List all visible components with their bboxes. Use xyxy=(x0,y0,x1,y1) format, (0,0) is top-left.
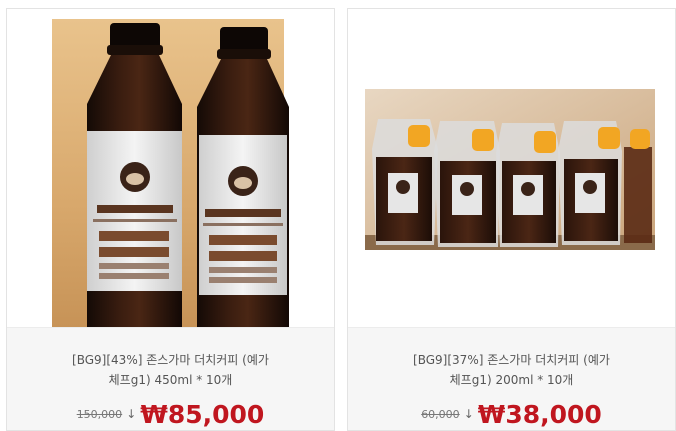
product-info: [BG9][37%] 존스가마 더치커피 (예가 체프g1) 200ml * 1… xyxy=(348,327,675,430)
product-card[interactable]: [BG9][43%] 존스가마 더치커피 (예가 체프g1) 450ml * 1… xyxy=(6,8,335,431)
sale-price: ₩85,000 xyxy=(140,399,265,429)
down-arrow-icon: ↓ xyxy=(126,407,137,421)
product-title-line1[interactable]: [BG9][43%] 존스가마 더치커피 (예가 xyxy=(72,353,269,367)
down-arrow-icon: ↓ xyxy=(463,407,474,421)
product-title-line2[interactable]: 체프g1) 200ml * 10개 xyxy=(450,373,574,387)
bottle-photo xyxy=(52,19,289,327)
product-title[interactable]: [BG9][37%] 존스가마 더치커피 (예가 체프g1) 200ml * 1… xyxy=(348,328,675,392)
product-title[interactable]: [BG9][43%] 존스가마 더치커피 (예가 체프g1) 450ml * 1… xyxy=(7,328,334,392)
product-card[interactable]: [BG9][37%] 존스가마 더치커피 (예가 체프g1) 200ml * 1… xyxy=(347,8,676,431)
original-price: 60,000 xyxy=(421,407,460,421)
price-row: 150,000 ↓ ₩85,000 xyxy=(7,398,334,430)
price-row: 60,000 ↓ ₩38,000 xyxy=(348,398,675,430)
original-price: 150,000 xyxy=(76,407,123,421)
product-title-line2[interactable]: 체프g1) 450ml * 10개 xyxy=(109,373,233,387)
product-info: [BG9][43%] 존스가마 더치커피 (예가 체프g1) 450ml * 1… xyxy=(7,327,334,430)
pouch-photo xyxy=(365,89,655,250)
product-image[interactable] xyxy=(7,9,334,327)
product-image[interactable] xyxy=(348,9,675,327)
product-title-line1[interactable]: [BG9][37%] 존스가마 더치커피 (예가 xyxy=(413,353,610,367)
sale-price: ₩38,000 xyxy=(477,399,602,429)
